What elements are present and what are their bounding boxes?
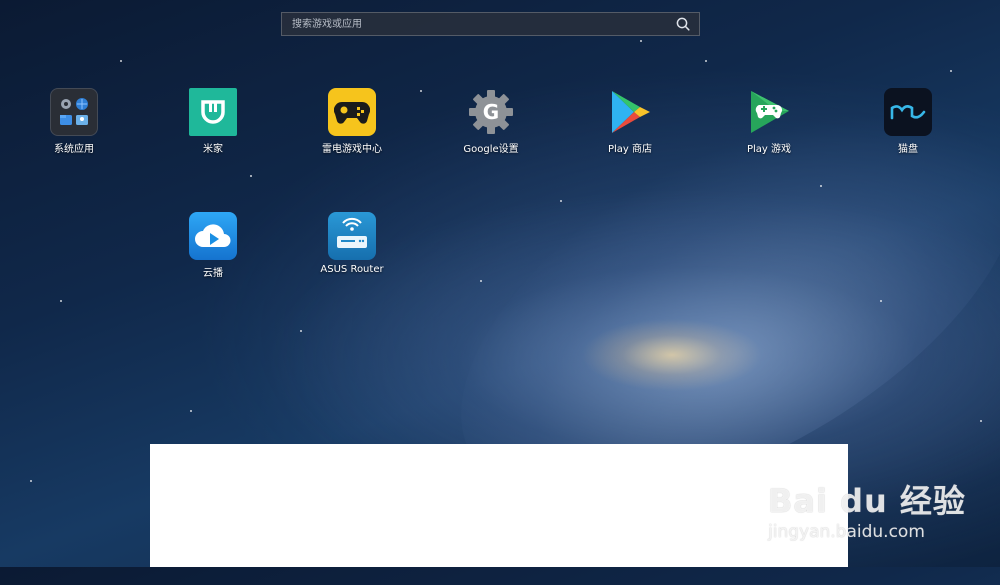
cloud-play-icon xyxy=(189,212,237,260)
ldplayer-game-center-icon xyxy=(328,88,376,136)
app-label: 系统应用 xyxy=(54,144,94,155)
app-label: Play 商店 xyxy=(607,144,653,155)
app-google-settings[interactable]: G Google设置 xyxy=(436,88,546,155)
system-apps-folder-icon xyxy=(50,88,98,136)
app-play-games[interactable]: Play 游戏 xyxy=(714,88,824,155)
app-label: 猫盘 xyxy=(898,144,918,155)
search-icon[interactable] xyxy=(671,13,695,35)
app-asus-router[interactable]: ASUS Router xyxy=(297,212,407,275)
app-system-apps[interactable]: 系统应用 xyxy=(19,88,129,155)
app-label: ASUS Router xyxy=(320,264,384,275)
app-play-store[interactable]: Play 商店 xyxy=(575,88,685,155)
mijia-icon xyxy=(189,88,237,136)
app-label: Google设置 xyxy=(463,144,519,155)
search-input[interactable] xyxy=(282,13,671,35)
svg-text:G: G xyxy=(483,100,499,124)
app-maopan[interactable]: 猫盘 xyxy=(853,88,963,155)
asus-router-icon xyxy=(328,212,376,260)
app-label: 雷电游戏中心 xyxy=(322,144,382,155)
app-label: Play 游戏 xyxy=(746,144,792,155)
maopan-icon xyxy=(884,88,932,136)
google-settings-gear-icon: G xyxy=(467,88,515,136)
play-store-icon xyxy=(606,88,654,136)
app-mijia[interactable]: 米家 xyxy=(158,88,268,155)
app-cloud-play[interactable]: 云播 xyxy=(158,212,268,279)
blank-panel xyxy=(150,444,848,567)
app-label: 云播 xyxy=(203,268,223,279)
app-ldplayer-game-center[interactable]: 雷电游戏中心 xyxy=(297,88,407,155)
play-games-icon xyxy=(745,88,793,136)
app-label: 米家 xyxy=(203,144,223,155)
search-bar xyxy=(281,12,700,36)
